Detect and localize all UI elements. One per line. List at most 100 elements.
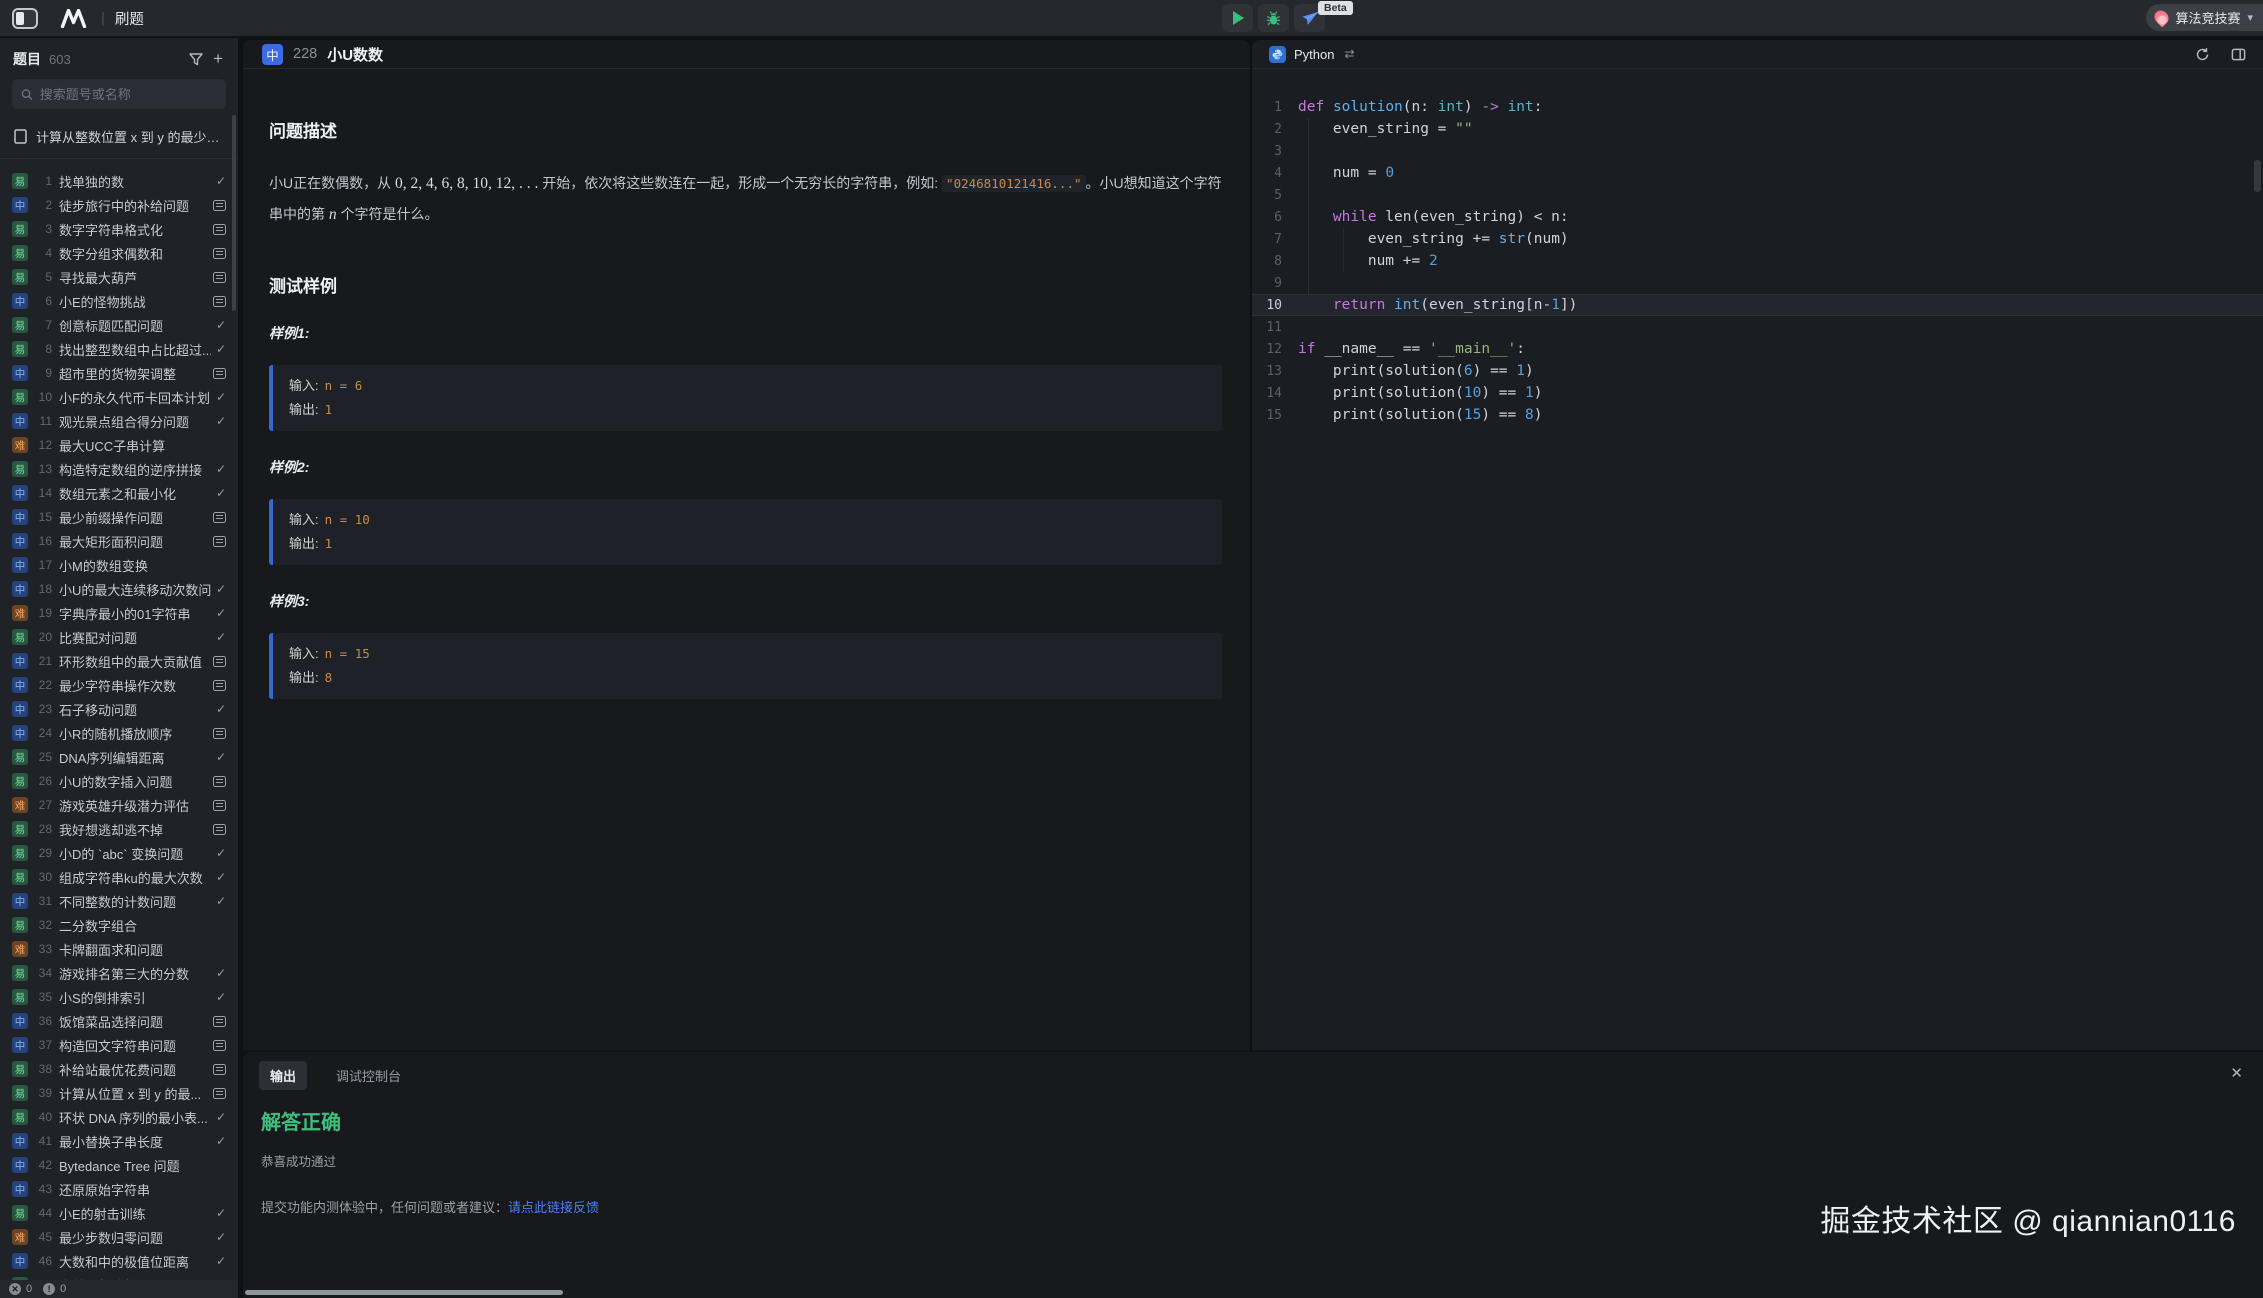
problem-list-item[interactable]: 易26小U的数字插入问题 xyxy=(0,769,238,793)
debug-button[interactable] xyxy=(1258,4,1289,32)
problem-list-item[interactable]: 易20比赛配对问题✓ xyxy=(0,625,238,649)
problem-list-item[interactable]: 易28我好想逃却逃不掉 xyxy=(0,817,238,841)
problem-list-item[interactable]: 中15最少前缀操作问题 xyxy=(0,505,238,529)
pinned-problem-item[interactable]: 计算从整数位置 x 到 y 的最少… xyxy=(0,119,238,156)
problem-list-item[interactable]: 中24小R的随机播放顺序 xyxy=(0,721,238,745)
search-icon xyxy=(21,88,33,101)
problem-item-title: 小M的数组变换 xyxy=(59,556,226,575)
switch-language-icon[interactable]: ⇄ xyxy=(1344,47,1354,61)
problem-list-item[interactable]: 易35小S的倒排索引✓ xyxy=(0,985,238,1009)
problem-list-item[interactable]: 难33卡牌翻面求和问题 xyxy=(0,937,238,961)
problem-list-item[interactable]: 中2徒步旅行中的补给问题 xyxy=(0,193,238,217)
problem-list-item[interactable]: 中6小E的怪物挑战 xyxy=(0,289,238,313)
problem-list-item[interactable]: 难45最少步数归零问题✓ xyxy=(0,1225,238,1249)
code-line[interactable]: 11 xyxy=(1252,316,2263,338)
reset-code-icon[interactable] xyxy=(2195,47,2210,62)
problem-list-item[interactable]: 易30组成字符串ku的最大次数✓ xyxy=(0,865,238,889)
problem-list-item[interactable]: 中16最大矩形面积问题 xyxy=(0,529,238,553)
code-line[interactable]: 3 xyxy=(1252,140,2263,162)
code-line[interactable]: 1def solution(n: int) -> int: xyxy=(1252,96,2263,118)
solved-check-icon: ✓ xyxy=(216,750,226,764)
problem-list-item[interactable]: 易8找出整型数组中占比超过...✓ xyxy=(0,337,238,361)
attempted-note-icon xyxy=(213,368,226,379)
problem-list-item[interactable]: 易7创意标题匹配问题✓ xyxy=(0,313,238,337)
split-layout-icon[interactable] xyxy=(2231,47,2246,62)
code-line[interactable]: 10 return int(even_string[n-1]) xyxy=(1252,294,2263,316)
problem-list-item[interactable]: 易3数字字符串格式化 xyxy=(0,217,238,241)
code-line[interactable]: 7 even_string += str(num) xyxy=(1252,228,2263,250)
solved-check-icon: ✓ xyxy=(216,870,226,884)
problem-list-item[interactable]: 易44小E的射击训练✓ xyxy=(0,1201,238,1225)
problem-list-item[interactable]: 中43还原原始字符串 xyxy=(0,1177,238,1201)
problem-list-item[interactable]: 中17小M的数组变换 xyxy=(0,553,238,577)
problem-list-item[interactable]: 中31不同整数的计数问题✓ xyxy=(0,889,238,913)
solved-check-icon: ✓ xyxy=(216,414,226,428)
sample-output-value: 1 xyxy=(325,536,333,551)
problem-list-item[interactable]: 中14数组元素之和最小化✓ xyxy=(0,481,238,505)
contest-entry-button[interactable]: 算法竞技赛 ▾ xyxy=(2146,4,2263,31)
problem-list-item[interactable]: 易32二分数字组合 xyxy=(0,913,238,937)
tab-output[interactable]: 输出 xyxy=(259,1061,307,1090)
sidebar-scrollbar[interactable] xyxy=(232,115,236,311)
problem-list-item[interactable]: 中22最少字符串操作次数 xyxy=(0,673,238,697)
filter-icon[interactable] xyxy=(189,53,203,66)
run-button[interactable] xyxy=(1222,4,1253,32)
code-area[interactable]: 1def solution(n: int) -> int:2 even_stri… xyxy=(1252,69,2263,426)
problem-list-item[interactable]: 易4数字分组求偶数和 xyxy=(0,241,238,265)
problem-list-item[interactable]: 中41最小替换子串长度✓ xyxy=(0,1129,238,1153)
search-input[interactable] xyxy=(40,87,217,102)
code-line[interactable]: 5 xyxy=(1252,184,2263,206)
code-line[interactable]: 2 even_string = "" xyxy=(1252,118,2263,140)
difficulty-badge: 中 xyxy=(12,509,28,525)
feedback-link[interactable]: 请点此链接反馈 xyxy=(508,1200,599,1215)
description-heading: 问题描述 xyxy=(269,117,1222,142)
marscode-logo-icon[interactable] xyxy=(60,9,87,28)
sidebar-toggle-icon[interactable] xyxy=(12,8,38,29)
problem-list-item[interactable]: 中36饭馆菜品选择问题 xyxy=(0,1009,238,1033)
problem-list-item[interactable]: 易1找单独的数✓ xyxy=(0,169,238,193)
problem-list-item[interactable]: 中42Bytedance Tree 问题 xyxy=(0,1153,238,1177)
problem-list-item[interactable]: 中11观光景点组合得分问题✓ xyxy=(0,409,238,433)
difficulty-badge: 易 xyxy=(12,869,28,885)
code-line[interactable]: 15 print(solution(15) == 8) xyxy=(1252,404,2263,426)
add-problem-button[interactable]: + xyxy=(211,49,225,69)
problem-list-item[interactable]: 易40环状 DNA 序列的最小表...✓ xyxy=(0,1105,238,1129)
difficulty-badge: 易 xyxy=(12,629,28,645)
problem-item-title: 小E的射击训练 xyxy=(59,1204,211,1223)
problem-list-item[interactable]: 难19字典序最小的01字符串✓ xyxy=(0,601,238,625)
problem-item-title: 寻找最大葫芦 xyxy=(59,268,208,287)
code-line[interactable]: 4 num = 0 xyxy=(1252,162,2263,184)
tab-debug-console[interactable]: 调试控制台 xyxy=(325,1061,412,1090)
code-line[interactable]: 13 print(solution(6) == 1) xyxy=(1252,360,2263,382)
problem-list-item[interactable]: 易5寻找最大葫芦 xyxy=(0,265,238,289)
problem-list-item[interactable]: 易25DNA序列编辑距离✓ xyxy=(0,745,238,769)
horizontal-scrollbar[interactable] xyxy=(245,1290,563,1295)
solved-check-icon: ✓ xyxy=(216,1110,226,1124)
problem-list-item[interactable]: 易13构造特定数组的逆序拼接✓ xyxy=(0,457,238,481)
problem-list-item[interactable]: 中9超市里的货物架调整 xyxy=(0,361,238,385)
problem-list-item[interactable]: 难27游戏英雄升级潜力评估 xyxy=(0,793,238,817)
code-line[interactable]: 8 num += 2 xyxy=(1252,250,2263,272)
sample-label: 样例2: xyxy=(269,457,1222,477)
editor-scrollbar[interactable] xyxy=(2254,160,2261,192)
close-icon[interactable]: ✕ xyxy=(2230,1064,2243,1082)
code-line[interactable]: 14 print(solution(10) == 1) xyxy=(1252,382,2263,404)
problem-list-item[interactable]: 中23石子移动问题✓ xyxy=(0,697,238,721)
search-box[interactable] xyxy=(12,79,226,109)
problem-list-item[interactable]: 易38补给站最优花费问题 xyxy=(0,1057,238,1081)
problem-list-item[interactable]: 中21环形数组中的最大贡献值 xyxy=(0,649,238,673)
problem-list-item[interactable]: 难12最大UCC子串计算 xyxy=(0,433,238,457)
difficulty-badge: 易 xyxy=(12,749,28,765)
problem-list-item[interactable]: 易39计算从位置 x 到 y 的最... xyxy=(0,1081,238,1105)
problem-list-item[interactable]: 易29小D的 `abc` 变换问题✓ xyxy=(0,841,238,865)
code-line[interactable]: 12if __name__ == '__main__': xyxy=(1252,338,2263,360)
code-line[interactable]: 9 xyxy=(1252,272,2263,294)
result-title: 解答正确 xyxy=(261,1106,2245,1135)
code-line[interactable]: 6 while len(even_string) < n: xyxy=(1252,206,2263,228)
problem-list-item[interactable]: 易10小F的永久代币卡回本计划✓ xyxy=(0,385,238,409)
problem-list-item[interactable]: 中37构造回文字符串问题 xyxy=(0,1033,238,1057)
problem-number: 6 xyxy=(33,294,52,308)
problem-list-item[interactable]: 中46大数和中的极值位距离✓ xyxy=(0,1249,238,1273)
problem-list-item[interactable]: 易34游戏排名第三大的分数✓ xyxy=(0,961,238,985)
problem-list-item[interactable]: 中18小U的最大连续移动次数问题✓ xyxy=(0,577,238,601)
